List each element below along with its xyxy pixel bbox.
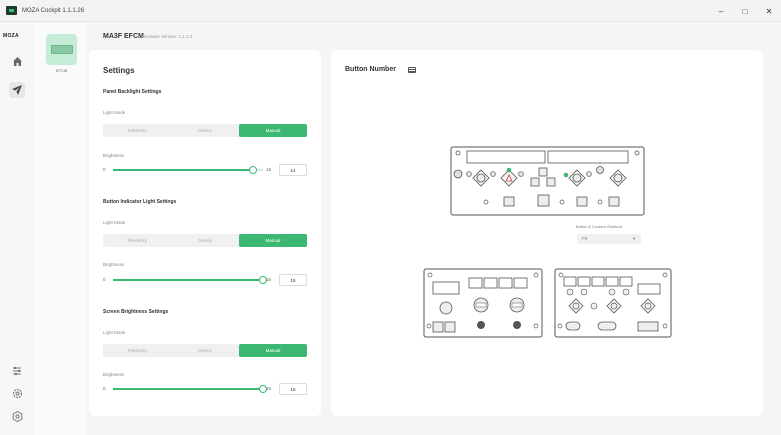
button-number-title: Button Number — [345, 66, 396, 73]
brightness-label: Brightness — [103, 153, 125, 158]
button-number-panel: Button Number Button 5 Custom Shortcut F… — [331, 50, 763, 416]
gear-icon[interactable] — [9, 385, 25, 401]
option-telemetry[interactable]: Telemetry — [103, 124, 171, 137]
device-header: MA3F EFCM Firmware Version: 1.1.1.3 — [87, 22, 781, 52]
option-device[interactable]: Device — [171, 124, 239, 137]
shortcut-dropdown[interactable]: F8 ▼ — [577, 234, 641, 244]
plane-icon[interactable] — [9, 82, 25, 98]
slider-min-label: 0 — [103, 277, 106, 282]
shortcut-value: F8 — [582, 236, 588, 241]
light-mode-selector: Telemetry Device Manual — [103, 344, 307, 357]
option-manual[interactable]: Manual — [239, 124, 307, 137]
slider-max-label: 15 — [266, 277, 272, 282]
slider-max-label: 15 — [266, 386, 272, 391]
close-button[interactable]: ✕ — [757, 0, 781, 22]
firmware-version: Firmware Version: 1.1.1.3 — [141, 34, 193, 39]
slider-min-label: 0 — [103, 386, 106, 391]
home-icon[interactable] — [9, 53, 25, 69]
maximize-button[interactable]: □ — [733, 0, 757, 22]
brightness-slider: 0 15 15 — [103, 274, 307, 286]
window-controls: – □ ✕ — [709, 0, 781, 22]
slider-min-label: 0 — [103, 167, 106, 172]
device-card-label: EFCM — [55, 68, 68, 73]
title-bar: MOZA Cockpit 1.1.1.26 – □ ✕ — [0, 0, 781, 22]
device-thumbnail-icon — [50, 45, 73, 54]
light-mode-selector: Telemetry Device Manual — [103, 124, 307, 137]
option-device[interactable]: Device — [171, 344, 239, 357]
slider-track[interactable] — [113, 385, 267, 393]
light-mode-label: Light Mode — [103, 110, 126, 115]
option-telemetry[interactable]: Telemetry — [103, 344, 171, 357]
left-rail: MOZA — [0, 22, 34, 435]
light-mode-label: Light Mode — [103, 220, 126, 225]
device-card[interactable] — [46, 34, 77, 65]
brightness-value-input[interactable]: 15 — [279, 383, 307, 395]
device-name: MA3F EFCM — [103, 33, 144, 40]
right-sub-panel-diagram — [554, 268, 672, 338]
sliders-icon[interactable] — [9, 363, 25, 379]
settings-title: Settings — [103, 66, 135, 75]
slider-max-label: 15 — [266, 167, 272, 172]
brightness-value-input[interactable]: 15 — [279, 274, 307, 286]
option-manual[interactable]: Manual — [239, 234, 307, 247]
button-indicator-title: Button Indicator Light Settings — [103, 199, 177, 205]
slider-fill — [113, 279, 263, 281]
light-mode-label: Light Mode — [103, 330, 126, 335]
panel-backlight-title: Panel Backlight Settings — [103, 89, 162, 95]
slider-fill — [113, 169, 253, 171]
slider-track[interactable] — [113, 166, 263, 174]
window-title: MOZA Cockpit 1.1.1.26 — [22, 7, 85, 14]
efcm-panel-diagram — [450, 146, 645, 216]
brightness-slider: 0 15 14 — [103, 164, 307, 176]
device-column: EFCM — [35, 22, 87, 435]
minimize-button[interactable]: – — [709, 0, 733, 22]
shortcut-label: Button 5 Custom Shortcut — [576, 224, 622, 229]
settings-panel: Settings Panel Backlight Settings Light … — [89, 50, 321, 416]
brightness-label: Brightness — [103, 372, 125, 377]
option-device[interactable]: Device — [171, 234, 239, 247]
slider-thumb[interactable] — [248, 166, 257, 174]
app-logo-icon — [6, 6, 17, 15]
brand-logo: MOZA — [3, 33, 19, 39]
left-sub-panel-diagram — [423, 268, 543, 338]
light-mode-selector: Telemetry Device Manual — [103, 234, 307, 247]
brightness-label: Brightness — [103, 262, 125, 267]
keyboard-icon[interactable] — [408, 67, 416, 73]
option-manual[interactable]: Manual — [239, 344, 307, 357]
slider-track[interactable] — [113, 276, 267, 284]
screen-brightness-title: Screen Brightness Settings — [103, 309, 169, 315]
brightness-value-input[interactable]: 14 — [279, 164, 307, 176]
option-telemetry[interactable]: Telemetry — [103, 234, 171, 247]
chevron-down-icon: ▼ — [632, 236, 636, 241]
slider-fill — [113, 388, 263, 390]
settings-cog-icon[interactable] — [9, 408, 25, 424]
brightness-slider: 0 15 15 — [103, 383, 307, 395]
